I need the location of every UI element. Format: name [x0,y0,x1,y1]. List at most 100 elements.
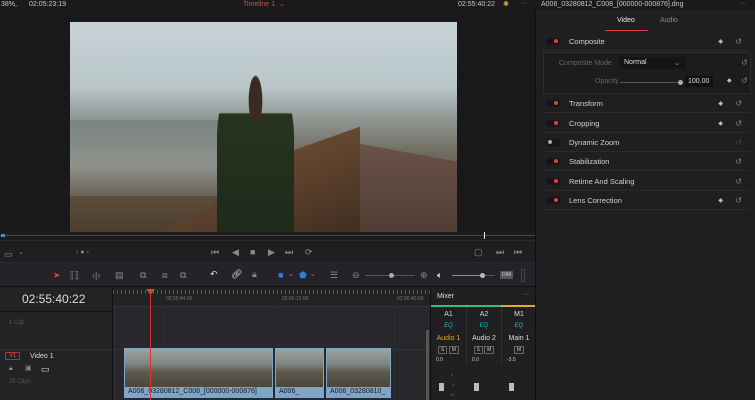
overwrite-clip-icon[interactable]: ⧈ [162,270,168,280]
section-composite[interactable]: Composite◆↺ [542,32,750,51]
timeline-name[interactable]: Timeline 1 [243,1,275,8]
opacity-slider[interactable] [620,82,680,83]
opacity-input[interactable]: 100.00 [685,76,713,87]
track-id[interactable]: V1 [5,352,20,360]
dynamic-trim-icon[interactable]: ‹|› [92,270,100,280]
toggle[interactable] [546,38,560,45]
timeline-clip[interactable]: A006_ [275,348,324,398]
reset-icon[interactable]: ↺ [735,157,742,166]
more-icon[interactable]: ··· [520,0,527,7]
viewer-scrubber[interactable] [0,232,535,240]
mute-button[interactable]: M [484,346,494,354]
match-frame-icon[interactable]: ▢ [474,247,483,257]
reset-icon[interactable]: ↺ [735,99,742,108]
chevron-down-icon[interactable]: ⌄ [310,270,316,280]
play-icon[interactable]: ▶ [268,247,275,257]
next-edit-icon[interactable]: ⏭ [496,247,504,257]
timeline-scrollbar[interactable] [426,330,429,400]
jog-icon[interactable]: ‹ ● › [76,248,89,258]
eq-button[interactable]: EQ [467,323,501,329]
timeline-ruler[interactable]: 02:55:44:00 02:56:12:00 02:56:40:00 [113,287,430,307]
mixer-channel-m1: M1 EQ Main 1 M -3.5 [501,307,536,363]
insert-clip-icon[interactable]: ⧉ [140,270,146,280]
color-wheel-icon[interactable]: ✺ [503,0,509,8]
toggle[interactable] [546,100,560,107]
volume-icon[interactable]: 🔈︎ [437,270,442,280]
solo-button[interactable]: S [474,346,483,354]
go-to-end-icon[interactable]: ⏭ [285,247,293,257]
marker-icon[interactable]: ⬟ [299,270,307,280]
timeline-clip[interactable]: A006_03280812_C008_[000000-000876] [124,348,273,398]
volume-slider[interactable] [452,275,495,276]
timeline-view-icon[interactable]: ☰ [330,270,338,280]
mute-button[interactable]: M [449,346,459,354]
chevron-down-icon[interactable]: ⌄ [279,0,285,8]
playhead[interactable] [150,293,151,400]
toggle[interactable] [546,158,560,165]
toggle[interactable] [546,178,560,185]
auto-select-icon[interactable]: ▣ [25,364,32,374]
chevron-down-icon[interactable]: ⌄ [13,1,19,9]
section-dynamic-zoom[interactable]: Dynamic Zoom↺ [542,133,750,152]
zoom-out-icon[interactable]: ⊖ [352,270,360,280]
scrub-progress [1,234,5,237]
track-visibility-icon[interactable]: ▭ [41,364,50,374]
reset-icon[interactable]: ↺ [735,138,742,147]
lock-icon[interactable]: 🔒︎ [252,269,257,279]
fader[interactable] [439,383,444,391]
keyframe-icon: ◆ [718,120,723,127]
loop-icon[interactable]: ⟳ [305,247,313,257]
selection-tool-icon[interactable]: ➤ [53,270,61,280]
reset-icon[interactable]: ↺ [735,119,742,128]
snapping-icon[interactable]: ↶ [210,269,218,279]
zoom-slider[interactable] [365,275,415,276]
zoom-in-icon[interactable]: ⊕ [420,270,428,280]
scrub-playhead[interactable] [484,232,485,239]
section-transform[interactable]: Transform◆↺ [542,94,750,113]
replace-clip-icon[interactable]: ⧉ [180,270,186,280]
timeline-clip[interactable]: A006_03280810_ [326,348,391,398]
reset-icon[interactable]: ↺ [741,58,748,67]
dim-button[interactable]: DIM [500,271,513,279]
go-to-start-icon[interactable]: ⏮ [211,247,219,257]
reset-icon[interactable]: ↺ [735,37,742,46]
tab-video[interactable]: Video [617,17,635,24]
track-name[interactable]: Video 1 [30,353,54,360]
reverse-play-icon[interactable]: ◀ [232,247,239,257]
stop-icon[interactable]: ■ [250,247,255,257]
flag-icon[interactable]: ■ [278,270,283,280]
reset-icon[interactable]: ↺ [741,76,748,85]
link-icon[interactable]: 🔗︎ [231,269,242,279]
more-icon[interactable]: ··· [522,291,529,298]
eq-button[interactable]: EQ [431,323,466,329]
keyframe-icon: ◆ [718,197,723,204]
mute-button[interactable]: M [514,346,524,354]
section-retime-scaling[interactable]: Retime And Scaling↺ [542,172,750,191]
reset-icon[interactable]: ↺ [735,196,742,205]
lock-icon[interactable]: 🔒︎ [9,364,13,374]
toggle[interactable] [546,139,560,146]
fader[interactable] [474,383,479,391]
meter-icon [521,269,525,282]
reset-icon[interactable]: ↺ [735,177,742,186]
composite-mode-select[interactable]: Normal⌄ [619,57,686,69]
toggle[interactable] [546,197,560,204]
prev-edit-icon[interactable]: ⏮ [514,247,522,257]
trim-tool-icon[interactable]: ⟦⟧ [70,270,79,280]
viewer[interactable] [0,10,535,232]
chevron-down-icon[interactable]: ⌄ [288,270,294,280]
fader[interactable] [509,383,514,391]
section-lens-correction[interactable]: Lens Correction◆↺ [542,191,750,210]
section-stabilization[interactable]: Stabilization↺ [542,152,750,171]
solo-button[interactable]: S [438,346,447,354]
eq-button[interactable]: EQ [502,323,536,329]
tab-audio[interactable]: Audio [660,17,678,24]
sea [70,120,225,196]
chevron-down-icon[interactable]: ⌄ [18,248,24,258]
timeline-toolbar: ➤ ⟦⟧ ‹|› ▤ ⧉ ⧈ ⧉ ↶ 🔗︎ 🔒︎ ■ ⌄ ⬟ ⌄ ☰ ⊖ ⊕ 🔈… [0,262,535,287]
section-cropping[interactable]: Cropping◆↺ [542,114,750,133]
viewer-mode-icon[interactable]: ▭ [4,249,13,259]
more-icon[interactable]: ··· [740,0,747,7]
blade-tool-icon[interactable]: ▤ [115,270,124,280]
toggle[interactable] [546,120,560,127]
